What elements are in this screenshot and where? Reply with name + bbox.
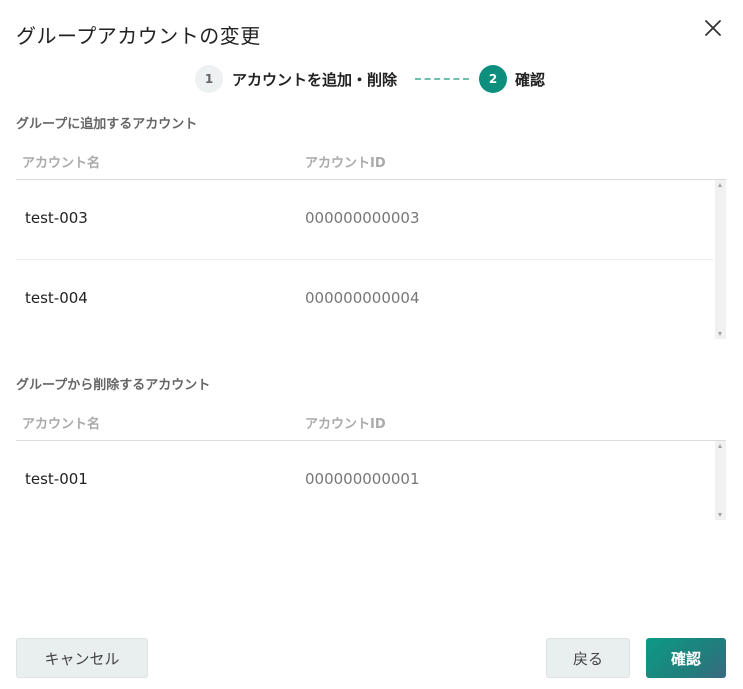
account-id-cell: 000000000001 [305, 470, 420, 488]
table-row: test-004 000000000004 [16, 260, 714, 339]
remove-section-title: グループから削除するアカウント [16, 378, 211, 393]
column-header-account-name: アカウント名 [22, 417, 101, 432]
account-id-cell: 000000000004 [305, 289, 420, 307]
table-row: test-003 000000000003 [16, 180, 714, 260]
close-icon [705, 20, 721, 36]
dialog-title: グループアカウントの変更 [16, 24, 261, 48]
account-name-cell: test-004 [25, 289, 88, 307]
scroll-down-arrow-icon[interactable] [718, 332, 722, 336]
remove-table-header: アカウント名 アカウントID [16, 401, 726, 441]
column-header-account-id: アカウントID [305, 156, 386, 171]
step-connector [415, 78, 469, 80]
step-2-label: 確認 [515, 71, 546, 89]
account-id-cell: 000000000003 [305, 209, 420, 227]
scrollbar[interactable] [715, 180, 726, 339]
stepper: 1 アカウントを追加・削除 2 確認 [0, 65, 743, 93]
table-row: test-001 000000000001 [16, 441, 714, 520]
back-button[interactable]: 戻る [546, 638, 630, 678]
step-2-number: 2 [479, 65, 507, 93]
step-1-label: アカウントを追加・削除 [232, 71, 398, 89]
column-header-account-id: アカウントID [305, 417, 386, 432]
scroll-up-arrow-icon[interactable] [718, 444, 722, 448]
scroll-up-arrow-icon[interactable] [718, 183, 722, 187]
cancel-button[interactable]: キャンセル [16, 638, 148, 678]
scrollbar[interactable] [715, 441, 726, 520]
add-table-body: test-003 000000000003 test-004 000000000… [16, 180, 726, 339]
close-button[interactable] [701, 16, 725, 40]
step-1-number: 1 [195, 65, 223, 93]
column-header-account-name: アカウント名 [22, 156, 101, 171]
add-table-header: アカウント名 アカウントID [16, 140, 726, 180]
remove-table-body: test-001 000000000001 [16, 441, 726, 520]
scroll-down-arrow-icon[interactable] [718, 513, 722, 517]
add-section-title: グループに追加するアカウント [16, 117, 198, 132]
confirm-button[interactable]: 確認 [646, 638, 726, 678]
scroll-thumb[interactable] [717, 192, 724, 327]
account-name-cell: test-003 [25, 209, 88, 227]
scroll-thumb[interactable] [717, 453, 724, 508]
account-name-cell: test-001 [25, 470, 88, 488]
